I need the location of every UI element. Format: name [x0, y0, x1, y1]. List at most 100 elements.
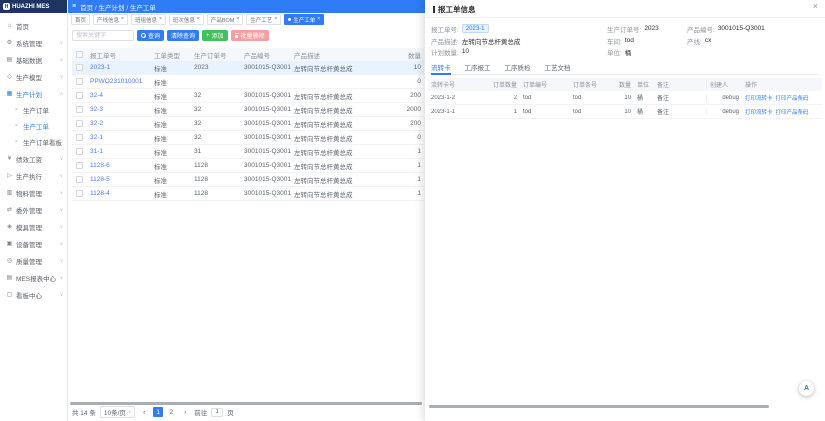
print-flow-card-link[interactable]: 打印流转卡 [745, 94, 773, 102]
cell-report-no[interactable]: 32-4 [87, 92, 151, 99]
checkbox[interactable] [76, 134, 83, 141]
print-product-barcode-link[interactable]: 打印产品条码 [776, 94, 809, 102]
page-tag-home[interactable]: 首页 [71, 14, 90, 25]
table-row[interactable]: 32-2标准323001015-Q3001左转向节总杆黄总成200 [72, 117, 424, 131]
search-input[interactable] [72, 30, 134, 41]
row-select-cell[interactable] [72, 162, 87, 169]
cell-report-no[interactable]: PPWO231010001 [87, 78, 151, 85]
table-row[interactable]: 32-1标准323001015-Q3001左转向节总杆黄总成0 [72, 131, 424, 145]
checkbox[interactable] [76, 190, 83, 197]
page-tag-product-bom[interactable]: 产品BOM× [207, 14, 243, 25]
close-icon[interactable]: × [317, 17, 320, 22]
sidebar-item-production-model[interactable]: ◇生产模型∨ [0, 68, 67, 85]
checkbox[interactable] [76, 176, 83, 183]
page-size-select[interactable]: 10条/页 ∨ [100, 406, 135, 418]
drawer-tabs: 流转卡工序报工工序质检工艺文档 [431, 60, 819, 75]
checkbox[interactable] [76, 148, 83, 155]
sidebar-item-outsourcing[interactable]: ⇄委外管理∨ [0, 201, 67, 218]
row-select-cell[interactable] [72, 120, 87, 127]
sidebar-item-production-execution[interactable]: ▷生产执行∨ [0, 167, 67, 184]
checkbox[interactable] [76, 106, 83, 113]
sidebar-item-production-workorder[interactable]: ▫生产工单 [0, 118, 67, 134]
clear-search-button[interactable]: 清除查询 [167, 30, 199, 41]
checkbox[interactable] [76, 120, 83, 127]
checkbox[interactable] [76, 51, 83, 58]
page-tag-line-info[interactable]: 产线信息× [93, 14, 128, 25]
table-row[interactable]: 32-3标准323001015-Q3001左转向节总杆黄总成2000 [72, 103, 424, 117]
table-row[interactable]: 32-4标准323001015-Q3001左转向节总杆黄总成200 [72, 89, 424, 103]
sidebar-item-basic-data[interactable]: ▤基础数据∨ [0, 51, 67, 68]
drawer-column-header: 备注 [654, 80, 706, 89]
horizontal-scrollbar[interactable] [70, 402, 422, 405]
drawer-tab-process-report[interactable]: 工序报工 [465, 60, 491, 74]
close-icon[interactable]: × [274, 17, 277, 22]
table-row[interactable]: 1128-4标准11283001015-Q3001左转向节总杆黄总成1 [72, 187, 424, 201]
print-product-barcode-link[interactable]: 打印产品条码 [776, 108, 809, 116]
next-page-button[interactable]: › [180, 407, 190, 417]
drawer-tab-flow-card[interactable]: 流转卡 [431, 60, 451, 74]
checkbox[interactable] [76, 162, 83, 169]
drawer-tab-craft-doc[interactable]: 工艺文档 [545, 60, 571, 74]
close-icon[interactable]: × [197, 17, 200, 22]
table-row[interactable]: 31-1标准313001015-Q3001左转向节总杆黄总成1 [72, 145, 424, 159]
checkbox[interactable] [76, 64, 83, 71]
field-value-tag[interactable]: 2023-1 [462, 24, 489, 33]
floating-action-button[interactable]: A [799, 381, 814, 396]
row-select-cell[interactable] [72, 134, 87, 141]
row-select-cell[interactable] [72, 64, 87, 71]
cell-report-no[interactable]: 32-3 [87, 106, 151, 113]
sidebar-item-production-order-board[interactable]: ▫生产订单看板 [0, 134, 67, 150]
checkbox[interactable] [76, 78, 83, 85]
close-icon[interactable]: × [159, 17, 162, 22]
sidebar-item-production-order[interactable]: ▫生产订单 [0, 102, 67, 118]
sidebar-item-production-plan[interactable]: ▦生产计划∧ [0, 85, 67, 102]
table-row[interactable]: 2023-1标准20233001015-Q3001左转向节总杆黄总成10 [72, 61, 424, 75]
close-icon[interactable]: × [121, 17, 124, 22]
row-select-cell[interactable] [72, 92, 87, 99]
sidebar-item-piecework-wage[interactable]: ¥绩效工资∨ [0, 150, 67, 167]
sidebar-item-mes-report-center[interactable]: ▤MES报表中心∨ [0, 269, 67, 286]
table-row[interactable]: 1128-5标准11283001015-Q3001左转向节总杆黄总成1 [72, 173, 424, 187]
row-select-cell[interactable] [72, 148, 87, 155]
page-button-1[interactable]: 1 [153, 407, 163, 417]
prev-page-button[interactable]: ‹ [139, 407, 149, 417]
checkbox[interactable] [76, 92, 83, 99]
close-icon[interactable]: × [813, 2, 818, 11]
row-select-cell[interactable] [72, 78, 87, 85]
sidebar-item-home[interactable]: ⌂首页 [0, 17, 67, 34]
cell-report-no[interactable]: 32-2 [87, 120, 151, 127]
close-icon[interactable]: × [236, 17, 239, 22]
cell-report-no[interactable]: 1128-5 [87, 176, 151, 183]
sidebar-item-quality[interactable]: ◎质量管理∨ [0, 252, 67, 269]
row-select-cell[interactable] [72, 190, 87, 197]
sidebar-item-mold[interactable]: ◈模具管理∨ [0, 218, 67, 235]
page-tag-shift-info[interactable]: 班次信息× [169, 14, 204, 25]
page-tag-production-craft[interactable]: 生产工艺× [246, 14, 281, 25]
table-row[interactable]: PPWO231010001标准0 [72, 75, 424, 89]
tag-label: 生产工单 [293, 16, 315, 24]
batch-delete-button[interactable]: 批量删除 [231, 30, 269, 41]
page-tag-team-info[interactable]: 班组信息× [131, 14, 166, 25]
cell-report-no[interactable]: 1128-6 [87, 162, 151, 169]
sidebar-item-board-center[interactable]: ▢看板中心∨ [0, 286, 67, 303]
sidebar-item-system[interactable]: ⚙系统管理∨ [0, 34, 67, 51]
hamburger-icon[interactable]: ≡ [72, 3, 76, 10]
drawer-horizontal-scrollbar[interactable] [429, 405, 769, 408]
table-row[interactable]: 1128-6标准11283001015-Q3001左转向节总杆黄总成1 [72, 159, 424, 173]
cell-report-no[interactable]: 2023-1 [87, 64, 151, 71]
jump-page-input[interactable] [211, 408, 223, 417]
cell-report-no[interactable]: 1128-4 [87, 190, 151, 197]
cell-report-no[interactable]: 32-1 [87, 134, 151, 141]
sidebar-item-material[interactable]: ▥物料管理∨ [0, 184, 67, 201]
select-all-cell[interactable] [72, 51, 87, 58]
search-button[interactable]: 查询 [137, 30, 164, 41]
page-button-2[interactable]: 2 [166, 407, 176, 417]
drawer-tab-process-inspect[interactable]: 工序质检 [505, 60, 531, 74]
add-button[interactable]: + 添加 [202, 30, 228, 41]
sidebar-item-equipment[interactable]: ▣设备管理∨ [0, 235, 67, 252]
page-tag-production-workorder[interactable]: 生产工单× [284, 14, 324, 25]
cell-report-no[interactable]: 31-1 [87, 148, 151, 155]
print-flow-card-link[interactable]: 打印流转卡 [745, 108, 773, 116]
row-select-cell[interactable] [72, 176, 87, 183]
row-select-cell[interactable] [72, 106, 87, 113]
